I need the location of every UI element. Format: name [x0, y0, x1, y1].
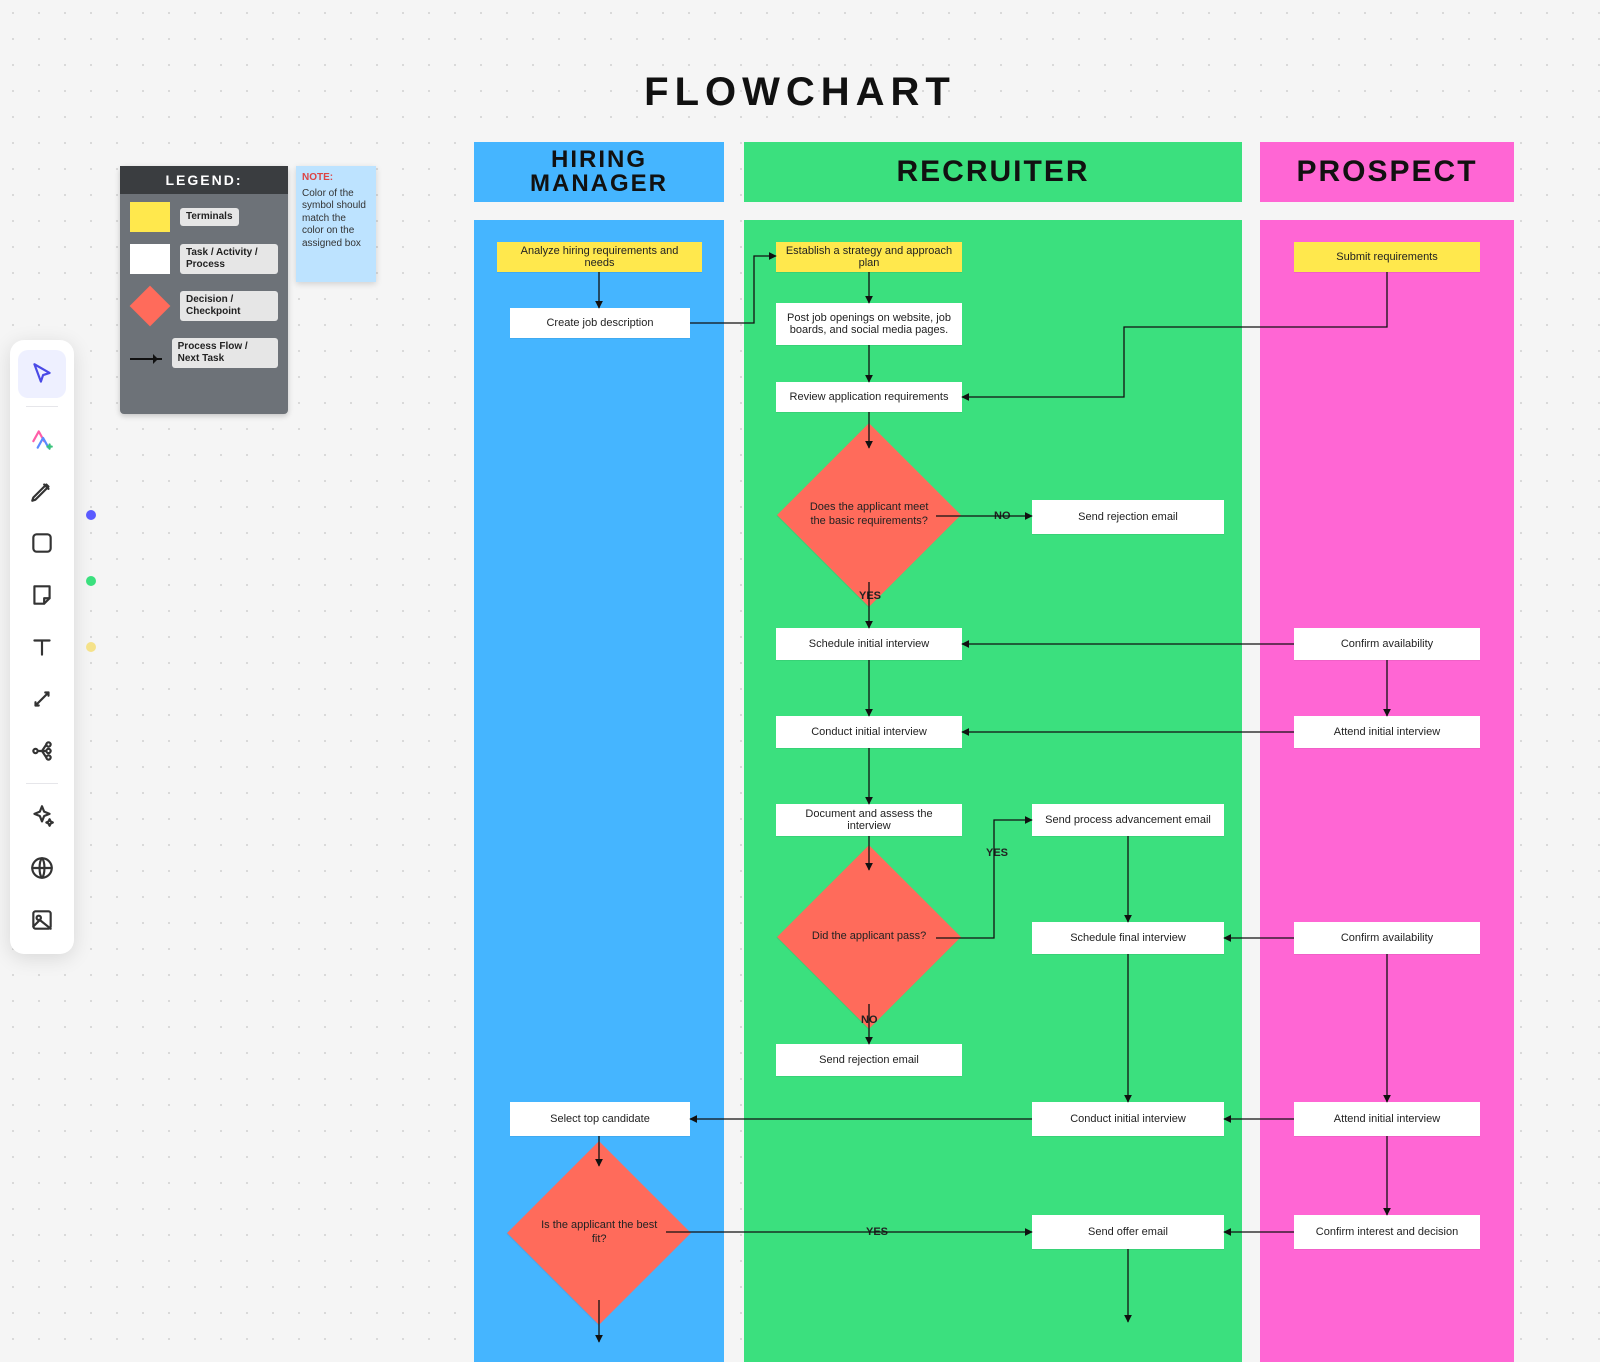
node-doc-assess[interactable]: Document and assess the interview [776, 804, 962, 836]
note-color-indicator [86, 642, 96, 652]
flowchart-canvas[interactable]: HIRING MANAGER RECRUITER PROSPECT Analyz… [474, 142, 1514, 1362]
node-select-top[interactable]: Select top candidate [510, 1102, 690, 1136]
node-reject1[interactable]: Send rejection email [1032, 500, 1224, 534]
shape-color-indicator [86, 576, 96, 586]
sparkle-tool[interactable] [18, 792, 66, 840]
node-create-jd[interactable]: Create job description [510, 308, 690, 338]
toolbar [10, 340, 74, 954]
connector-tool[interactable] [18, 675, 66, 723]
node-avail2[interactable]: Confirm availability [1294, 922, 1480, 954]
node-reject2[interactable]: Send rejection email [776, 1044, 962, 1076]
shape-tool[interactable] [18, 519, 66, 567]
node-advance[interactable]: Send process advancement email [1032, 804, 1224, 836]
legend-title: LEGEND: [120, 166, 288, 194]
legend-card[interactable]: LEGEND: Terminals Task / Activity / Proc… [120, 166, 288, 414]
lane-header-hiring-manager: HIRING MANAGER [474, 142, 724, 202]
legend-row-terminals: Terminals [130, 202, 278, 232]
node-avail1[interactable]: Confirm availability [1294, 628, 1480, 660]
label-no: NO [994, 510, 1011, 522]
label-yes2: YES [986, 847, 1008, 859]
node-conduct-init[interactable]: Conduct initial interview [776, 716, 962, 748]
lane-header-prospect: PROSPECT [1260, 142, 1514, 202]
label-yes3: YES [866, 1226, 888, 1238]
pen-tool[interactable] [18, 467, 66, 515]
label-no2: NO [861, 1014, 878, 1026]
node-sched-final[interactable]: Schedule final interview [1032, 922, 1224, 954]
ai-tool[interactable] [18, 415, 66, 463]
node-attend2[interactable]: Attend initial interview [1294, 1102, 1480, 1136]
node-conduct-final[interactable]: Conduct initial interview [1032, 1102, 1224, 1136]
note-body: Color of the symbol should match the col… [302, 188, 370, 251]
node-sched-init[interactable]: Schedule initial interview [776, 628, 962, 660]
node-attend1[interactable]: Attend initial interview [1294, 716, 1480, 748]
process-swatch [130, 244, 170, 274]
label-yes: YES [859, 590, 881, 602]
sticky-note-tool[interactable] [18, 571, 66, 619]
legend-row-decision: Decision / Checkpoint [130, 286, 278, 326]
image-tool[interactable] [18, 896, 66, 944]
globe-tool[interactable] [18, 844, 66, 892]
node-analyze[interactable]: Analyze hiring requirements and needs [497, 242, 702, 272]
note-title: NOTE: [302, 172, 370, 185]
legend-row-flow: Process Flow / Next Task [130, 338, 278, 368]
decision-swatch [130, 286, 171, 327]
node-decision[interactable]: Confirm interest and decision [1294, 1215, 1480, 1249]
mindmap-tool[interactable] [18, 727, 66, 775]
flow-swatch [130, 358, 162, 360]
pen-color-indicator [86, 510, 96, 520]
node-offer[interactable]: Send offer email [1032, 1215, 1224, 1249]
legend-row-process: Task / Activity / Process [130, 244, 278, 274]
node-review[interactable]: Review application requirements [776, 382, 962, 412]
select-tool[interactable] [18, 350, 66, 398]
node-strategy[interactable]: Establish a strategy and approach plan [776, 242, 962, 272]
flowchart-title: FLOWCHART [0, 70, 1600, 115]
node-post[interactable]: Post job openings on website, job boards… [776, 303, 962, 345]
lane-prospect [1260, 220, 1514, 1362]
node-submit[interactable]: Submit requirements [1294, 242, 1480, 272]
terminal-swatch [130, 202, 170, 232]
note-card[interactable]: NOTE: Color of the symbol should match t… [296, 166, 376, 282]
lane-header-recruiter: RECRUITER [744, 142, 1242, 202]
text-tool[interactable] [18, 623, 66, 671]
